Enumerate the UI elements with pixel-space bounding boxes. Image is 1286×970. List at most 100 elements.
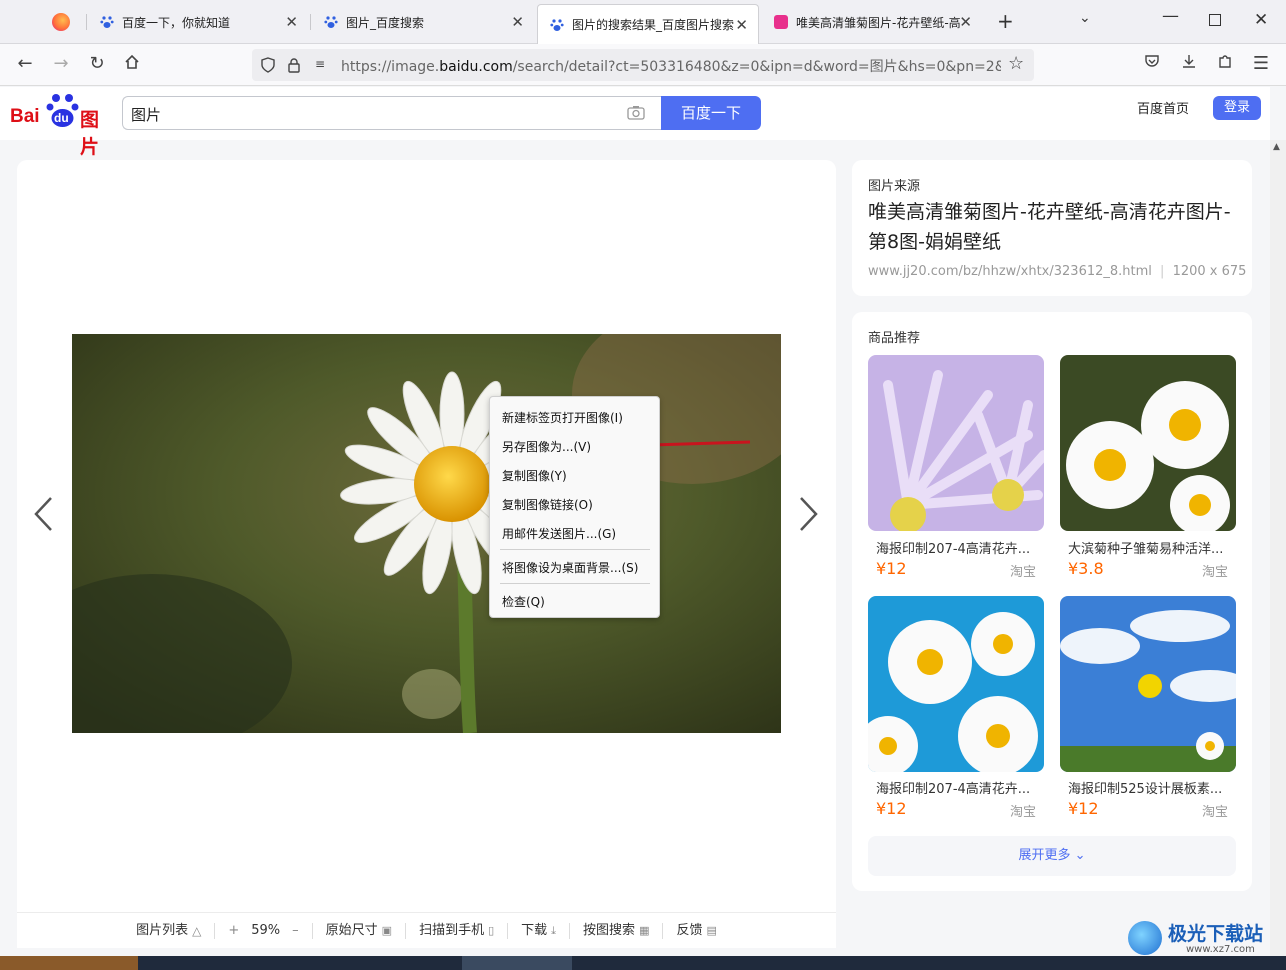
product-name[interactable]: 大滨菊种子雏菊易种活洋... <box>1068 538 1228 557</box>
product-price: ¥12 <box>1068 799 1099 818</box>
watermark-logo-icon <box>1128 921 1162 955</box>
home-icon[interactable] <box>120 53 144 77</box>
reload-icon[interactable]: ↻ <box>85 53 109 75</box>
tab-title: 唯美高清雏菊图片-花卉壁纸-高 <box>796 15 961 30</box>
menu-icon[interactable]: ☰ <box>1249 53 1273 75</box>
scan-to-phone-button[interactable]: 扫描到手机 ▯ <box>406 922 509 939</box>
goods-heading: 商品推荐 <box>868 331 921 346</box>
site-watermark: 极光下载站 www.xz7.com <box>1128 917 1278 959</box>
source-title[interactable]: 唯美高清雏菊图片-花卉壁纸-高清花卉图片-第8图-娟娟壁纸 <box>868 197 1238 257</box>
site-favicon-icon <box>774 15 788 29</box>
close-tab-icon[interactable]: ✕ <box>285 13 298 31</box>
source-meta: www.jj20.com/bz/hhzw/xhtx/323612_8.html … <box>868 264 1247 279</box>
zoom-level: 59% <box>251 922 281 938</box>
minimize-icon[interactable]: — <box>1162 6 1179 26</box>
chevron-up-circle-icon: △ <box>192 923 202 938</box>
lock-icon[interactable] <box>286 57 302 77</box>
maximize-icon[interactable] <box>1209 14 1221 26</box>
product-image-white-daisies[interactable] <box>1060 355 1236 531</box>
tab-search-result[interactable]: 图片的搜索结果_百度图片搜索 ✕ <box>537 4 759 44</box>
product-image-flowers-clouds[interactable] <box>1060 596 1236 772</box>
permissions-icon[interactable]: ≡ <box>315 57 325 71</box>
tab-image-search[interactable]: 图片_百度搜索 ✕ <box>312 0 534 44</box>
product-price: ¥12 <box>876 799 907 818</box>
prev-image-arrow-icon[interactable] <box>31 494 55 538</box>
forward-icon[interactable]: → <box>49 53 73 75</box>
scroll-up-arrow-icon[interactable]: ▲ <box>1273 142 1280 152</box>
baidu-image-logo[interactable]: Bai du 图片 <box>10 92 115 158</box>
product-price: ¥12 <box>876 559 907 578</box>
shield-icon[interactable] <box>260 57 276 77</box>
product-shop: 淘宝 <box>1202 565 1229 580</box>
back-icon[interactable]: ← <box>13 53 37 75</box>
product-image-daisies-blue-sky[interactable] <box>868 596 1044 772</box>
baidu-paw-logo-icon: du <box>46 92 80 132</box>
close-window-icon[interactable]: ✕ <box>1254 10 1268 30</box>
baidu-header: Bai du 图片 图片 百度一下 百度首页 登录 <box>0 87 1270 158</box>
menu-item-copy-image-link[interactable]: 复制图像链接(O) <box>502 496 593 513</box>
login-button[interactable]: 登录 <box>1213 96 1261 120</box>
original-size-button[interactable]: 原始尺寸 ▣ <box>313 922 407 939</box>
show-more-button[interactable]: 展开更多 ⌄ <box>868 836 1236 876</box>
menu-item-set-desktop-background[interactable]: 将图像设为桌面背景...(S) <box>502 559 638 576</box>
search-input-value: 图片 <box>131 106 162 124</box>
product-shop: 淘宝 <box>1202 805 1229 820</box>
search-by-image-button[interactable]: 按图搜索 ▦ <box>570 922 664 939</box>
zoom-control: + 59% – <box>215 922 313 939</box>
tab-strip: 百度一下，你就知道 ✕ 图片_百度搜索 ✕ 图片的搜索结果_百度图片搜索 ✕ 唯… <box>0 0 1286 44</box>
chevron-down-icon: ⌄ <box>1074 848 1086 863</box>
menu-item-open-image-new-tab[interactable]: 新建标签页打开图像(I) <box>502 409 623 426</box>
download-icon[interactable] <box>1177 53 1201 75</box>
tab-list-chevron-icon[interactable]: ⌄ <box>1079 10 1091 26</box>
tab-daisy-wallpaper[interactable]: 唯美高清雏菊图片-花卉壁纸-高 ✕ <box>762 0 984 44</box>
feedback-button[interactable]: 反馈 ▤ <box>663 923 729 939</box>
product-name[interactable]: 海报印制525设计展板素... <box>1068 778 1228 797</box>
camera-icon[interactable] <box>627 105 645 125</box>
menu-item-email-image[interactable]: 用邮件发送图片...(G) <box>502 525 616 542</box>
fit-icon: ▣ <box>381 923 393 937</box>
menu-item-inspect[interactable]: 检查(Q) <box>502 593 545 610</box>
taskbar <box>0 956 1286 970</box>
baidu-paw-icon <box>550 18 564 32</box>
product-shop: 淘宝 <box>1010 565 1037 580</box>
daisy-photo[interactable] <box>72 334 781 733</box>
product-price: ¥3.8 <box>1068 559 1104 578</box>
download-button[interactable]: 下载 ⤓ <box>508 922 571 939</box>
image-dimensions: 1200 x 675 <box>1172 264 1247 279</box>
menu-item-copy-image[interactable]: 复制图像(Y) <box>502 467 567 484</box>
new-tab-button[interactable]: + <box>997 9 1014 33</box>
url-bar[interactable]: ≡ https://image.baidu.com/search/detail?… <box>252 49 1034 81</box>
close-tab-icon[interactable]: ✕ <box>959 13 972 31</box>
search-button[interactable]: 百度一下 <box>661 96 761 130</box>
tab-baidu-home[interactable]: 百度一下，你就知道 ✕ <box>88 0 308 44</box>
url-text[interactable]: https://image.baidu.com/search/detail?ct… <box>341 56 1001 76</box>
zoom-out-button[interactable]: – <box>292 923 299 939</box>
menu-item-save-image-as[interactable]: 另存图像为...(V) <box>502 438 591 455</box>
image-list-button[interactable]: 图片列表 △ <box>123 922 216 939</box>
tab-title: 图片的搜索结果_百度图片搜索 <box>572 18 735 32</box>
context-menu: 新建标签页打开图像(I) 另存图像为...(V) 复制图像(Y) 复制图像链接(… <box>489 396 660 618</box>
product-name[interactable]: 海报印制207-4高清花卉... <box>876 778 1036 797</box>
source-url[interactable]: www.jj20.com/bz/hhzw/xhtx/323612_8.html <box>868 264 1152 279</box>
download-icon: ⤓ <box>551 923 557 937</box>
zoom-in-button[interactable]: + <box>228 923 239 939</box>
bookmark-star-icon[interactable]: ☆ <box>1008 53 1024 74</box>
search-input[interactable]: 图片 <box>122 96 662 130</box>
phone-icon: ▯ <box>488 923 495 937</box>
baidu-home-link[interactable]: 百度首页 <box>1137 98 1189 117</box>
product-recommendations: 商品推荐 海报印制207-4高清花卉... ¥12 淘宝 大滨菊种子雏菊易种活洋… <box>852 312 1252 891</box>
close-tab-icon[interactable]: ✕ <box>735 16 748 34</box>
product-shop: 淘宝 <box>1010 805 1037 820</box>
tab-title: 图片_百度搜索 <box>346 15 425 30</box>
close-tab-icon[interactable]: ✕ <box>511 13 524 31</box>
next-image-arrow-icon[interactable] <box>797 494 821 538</box>
page-scrollbar[interactable]: ▲ <box>1270 140 1286 970</box>
firefox-icon[interactable] <box>52 13 70 31</box>
extensions-icon[interactable] <box>1213 53 1237 75</box>
product-image-purple-daisy[interactable] <box>868 355 1044 531</box>
image-source-panel: 图片来源 唯美高清雏菊图片-花卉壁纸-高清花卉图片-第8图-娟娟壁纸 www.j… <box>852 160 1252 296</box>
navigation-bar: ← → ↻ ≡ https://image.baidu.com/search/d… <box>0 44 1286 86</box>
source-heading: 图片来源 <box>868 179 921 194</box>
product-name[interactable]: 海报印制207-4高清花卉... <box>876 538 1036 557</box>
pocket-icon[interactable] <box>1140 53 1164 75</box>
